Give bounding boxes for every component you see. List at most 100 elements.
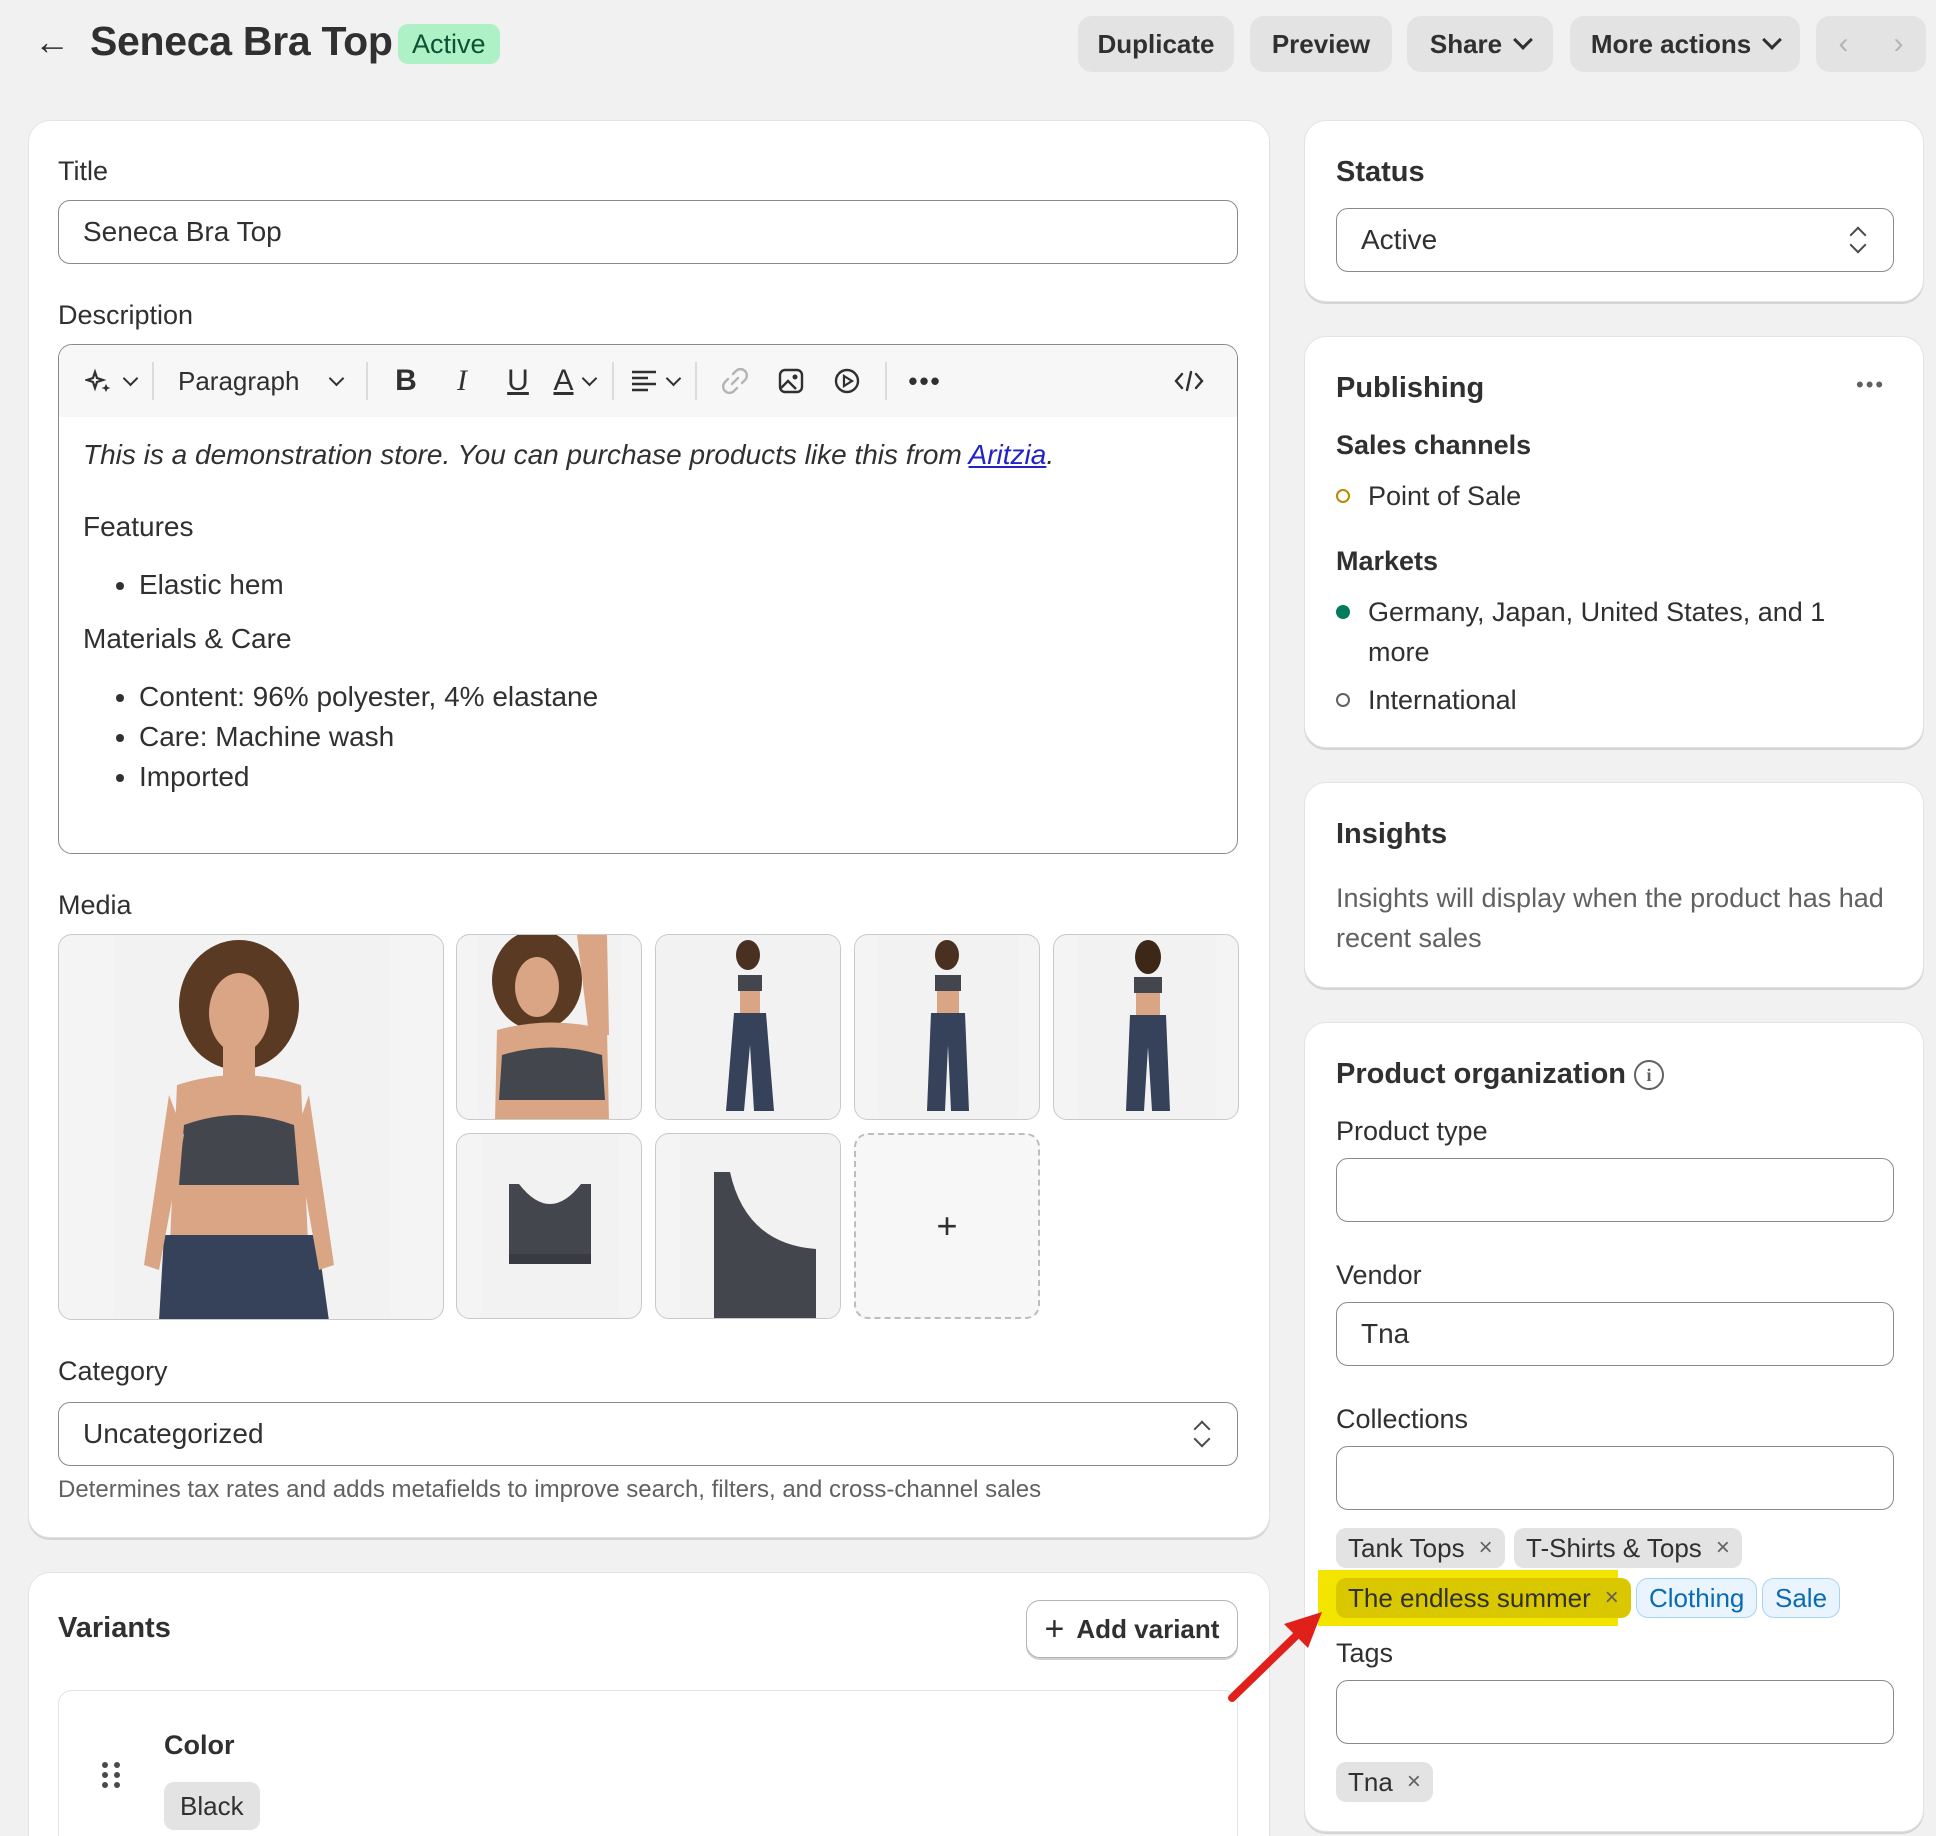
text-color-button[interactable]: A — [552, 359, 597, 403]
more-formatting-icon[interactable]: ••• — [903, 359, 947, 403]
tag-label: Tna — [1348, 1766, 1393, 1797]
materials-heading: Materials & Care — [83, 623, 292, 654]
product-photo — [879, 935, 1017, 1119]
status-dot-icon — [1336, 489, 1350, 503]
product-type-label: Product type — [1336, 1116, 1488, 1146]
collection-chip: Tank Tops × — [1336, 1528, 1505, 1568]
tags-label: Tags — [1336, 1638, 1394, 1668]
duplicate-label: Duplicate — [1097, 28, 1215, 59]
sales-channels-label: Sales channels — [1336, 430, 1532, 460]
ai-sparkle-button[interactable] — [85, 359, 139, 403]
tags-input[interactable] — [1336, 1680, 1894, 1744]
red-arrow-annotation — [1228, 1612, 1322, 1702]
sales-channel-item: Point of Sale — [1336, 476, 1521, 516]
product-photo — [481, 1134, 619, 1318]
chevron-down-icon — [581, 370, 597, 386]
option-value-chip[interactable]: Black — [164, 1782, 260, 1830]
suggested-collection-chip[interactable]: Sale — [1762, 1578, 1841, 1618]
info-icon[interactable]: i — [1634, 1060, 1664, 1090]
description-editor[interactable]: Paragraph B I U A ••• This is a demonstr… — [58, 344, 1238, 854]
status-heading: Status — [1336, 156, 1425, 188]
list-item: Imported — [139, 757, 1213, 797]
drag-handle-icon[interactable] — [102, 1762, 122, 1788]
category-help-text: Determines tax rates and adds metafields… — [58, 1476, 1042, 1503]
description-intro: This is a demonstration store. You can p… — [83, 439, 1055, 470]
add-variant-button[interactable]: + Add variant — [1026, 1600, 1238, 1658]
media-thumbnail[interactable] — [655, 1133, 841, 1319]
insights-heading: Insights — [1336, 818, 1448, 850]
suggested-collection-chip[interactable]: Clothing — [1636, 1578, 1758, 1618]
plus-icon: + — [936, 1205, 958, 1246]
italic-icon[interactable]: I — [440, 359, 484, 403]
video-icon[interactable] — [825, 359, 869, 403]
title-label: Title — [58, 156, 109, 186]
product-photo — [113, 935, 391, 1319]
toolbar-divider — [366, 362, 368, 400]
media-thumbnail[interactable] — [456, 1133, 642, 1319]
market-item: Germany, Japan, United States, and 1 mor… — [1336, 592, 1876, 672]
chevron-down-icon — [122, 370, 139, 386]
product-photo — [656, 935, 840, 1119]
variants-heading: Variants — [58, 1612, 171, 1644]
publishing-more-icon[interactable]: ••• — [1856, 372, 1885, 398]
media-thumbnail[interactable] — [1053, 934, 1239, 1120]
remove-icon[interactable]: × — [1605, 1584, 1619, 1612]
media-thumbnail[interactable] — [655, 934, 841, 1120]
suggested-collection-label: Clothing — [1649, 1582, 1745, 1613]
underline-icon[interactable]: U — [496, 359, 540, 403]
features-heading: Features — [83, 511, 194, 542]
paragraph-label: Paragraph — [178, 365, 300, 396]
image-icon[interactable] — [769, 359, 813, 403]
next-product-icon[interactable]: › — [1894, 27, 1904, 61]
option-value: Black — [180, 1790, 244, 1821]
market-item: International — [1336, 680, 1517, 720]
vendor-input[interactable]: Tna — [1336, 1302, 1894, 1366]
duplicate-button[interactable]: Duplicate — [1078, 16, 1234, 72]
bold-icon[interactable]: B — [384, 359, 428, 403]
remove-icon[interactable]: × — [1407, 1768, 1421, 1796]
toolbar-divider — [612, 362, 614, 400]
toolbar-divider — [885, 362, 887, 400]
aritzia-link[interactable]: Aritzia — [969, 439, 1047, 470]
link-icon[interactable] — [713, 359, 757, 403]
status-select[interactable]: Active — [1336, 208, 1894, 272]
remove-icon[interactable]: × — [1479, 1534, 1493, 1562]
title-value: Seneca Bra Top — [83, 216, 282, 247]
more-actions-label: More actions — [1590, 28, 1752, 59]
collection-label: The endless summer — [1348, 1582, 1591, 1613]
editor-toolbar: Paragraph B I U A ••• — [59, 345, 1237, 417]
publishing-heading: Publishing — [1336, 372, 1485, 404]
media-thumbnail-main[interactable] — [58, 934, 444, 1320]
suggested-collection-label: Sale — [1775, 1582, 1828, 1613]
collection-chip: T-Shirts & Tops × — [1514, 1528, 1742, 1568]
preview-button[interactable]: Preview — [1250, 16, 1392, 72]
product-photo — [680, 1134, 840, 1318]
share-button[interactable]: Share — [1407, 16, 1553, 72]
align-button[interactable] — [630, 359, 682, 403]
option-name: Color — [164, 1730, 235, 1760]
toolbar-divider — [152, 362, 154, 400]
previous-product-icon[interactable]: ‹ — [1839, 27, 1849, 61]
more-actions-button[interactable]: More actions — [1570, 16, 1800, 72]
category-select[interactable]: Uncategorized — [58, 1402, 1238, 1466]
select-arrows-icon — [1847, 224, 1869, 256]
back-arrow-icon[interactable]: ← — [34, 22, 74, 62]
product-type-input[interactable] — [1336, 1158, 1894, 1222]
sparkle-icon — [85, 368, 111, 392]
collection-label: Tank Tops — [1348, 1532, 1465, 1563]
market-label: International — [1368, 685, 1517, 715]
paragraph-style-select[interactable]: Paragraph — [170, 359, 350, 403]
media-thumbnail[interactable] — [854, 934, 1040, 1120]
media-thumbnail[interactable] — [456, 934, 642, 1120]
toolbar-divider — [695, 362, 697, 400]
description-content[interactable]: This is a demonstration store. You can p… — [59, 417, 1237, 815]
collections-input[interactable] — [1336, 1446, 1894, 1510]
materials-list: Content: 96% polyester, 4% elastane Care… — [139, 677, 1213, 797]
plus-icon: + — [1044, 1609, 1065, 1648]
title-input[interactable]: Seneca Bra Top — [58, 200, 1238, 264]
code-view-icon[interactable] — [1167, 359, 1211, 403]
remove-icon[interactable]: × — [1716, 1534, 1730, 1562]
share-label: Share — [1429, 28, 1503, 59]
status-badge: Active — [398, 24, 500, 64]
add-media-button[interactable]: + — [854, 1133, 1040, 1319]
